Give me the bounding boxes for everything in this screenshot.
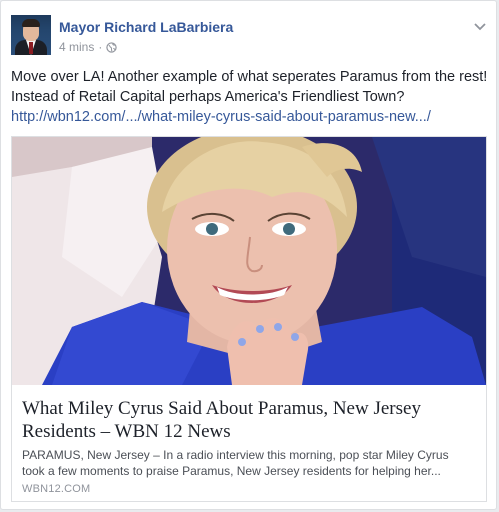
post-message: Move over LA! Another example of what se…	[11, 67, 491, 127]
link-description-line: PARAMUS, New Jersey – In a radio intervi…	[22, 448, 449, 462]
shared-url-link[interactable]: http://wbn12.com/.../what-miley-cyrus-sa…	[11, 107, 491, 127]
post-text-line: Instead of Retail Capital perhaps Americ…	[11, 89, 405, 105]
link-preview-caption: What Miley Cyrus Said About Paramus, New…	[12, 385, 486, 501]
link-preview-image[interactable]	[12, 137, 486, 385]
globe-icon[interactable]	[106, 41, 118, 53]
post-meta: 4 mins ·	[59, 40, 118, 54]
link-description: PARAMUS, New Jersey – In a radio intervi…	[22, 447, 477, 479]
meta-separator: ·	[98, 40, 103, 54]
author-avatar[interactable]	[11, 15, 51, 55]
link-description-line: took a few moments to praise Paramus, Ne…	[22, 464, 441, 478]
link-headline[interactable]: What Miley Cyrus Said About Paramus, New…	[22, 397, 477, 443]
author-name-link[interactable]: Mayor Richard LaBarbiera	[59, 19, 233, 35]
link-domain: WBN12.COM	[22, 483, 91, 495]
chevron-down-icon[interactable]	[473, 19, 487, 31]
link-preview-card[interactable]: What Miley Cyrus Said About Paramus, New…	[11, 136, 487, 502]
facebook-post-card: Mayor Richard LaBarbiera 4 mins · Move o…	[0, 0, 497, 510]
post-text-line: Move over LA! Another example of what se…	[11, 69, 488, 85]
post-timestamp[interactable]: 4 mins	[59, 40, 94, 54]
